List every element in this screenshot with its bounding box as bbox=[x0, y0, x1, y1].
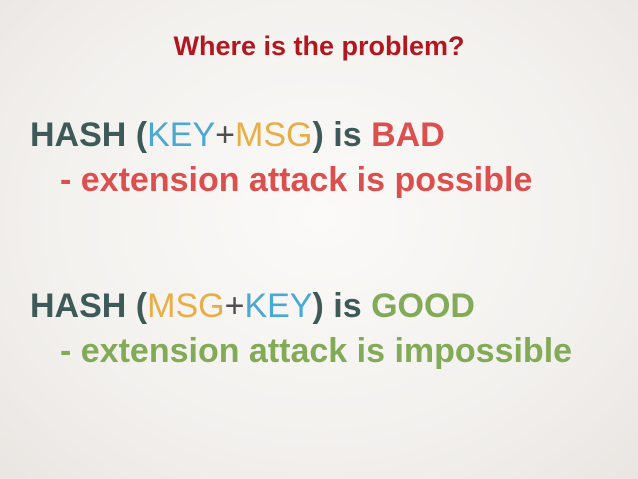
bad-formula-line: HASH (KEY+MSG) is BAD bbox=[30, 115, 445, 155]
close-paren: ) bbox=[312, 287, 324, 325]
good-note: - extension attack is impossible bbox=[60, 332, 573, 370]
slide-title: Where is the problem? bbox=[173, 31, 465, 61]
msg-term: MSG bbox=[147, 287, 225, 325]
is-word: is bbox=[333, 116, 362, 154]
open-paren: ( bbox=[135, 116, 148, 154]
bad-verdict: BAD bbox=[371, 116, 445, 154]
slide: Where is the problem? HASH (KEY+MSG) is … bbox=[0, 0, 638, 479]
hash-word: HASH bbox=[30, 116, 127, 154]
key-term: KEY bbox=[147, 116, 216, 154]
close-paren: ) bbox=[312, 116, 324, 154]
plus-sign: + bbox=[224, 287, 245, 325]
open-paren: ( bbox=[135, 287, 148, 325]
good-formula-line: HASH (MSG+KEY) is GOOD bbox=[30, 286, 475, 326]
plus-sign: + bbox=[215, 116, 236, 154]
good-verdict: GOOD bbox=[371, 287, 475, 325]
bad-note: - extension attack is possible bbox=[60, 161, 533, 199]
hash-word: HASH bbox=[30, 287, 127, 325]
key-term: KEY bbox=[244, 287, 313, 325]
is-word: is bbox=[333, 287, 362, 325]
msg-term: MSG bbox=[235, 116, 313, 154]
